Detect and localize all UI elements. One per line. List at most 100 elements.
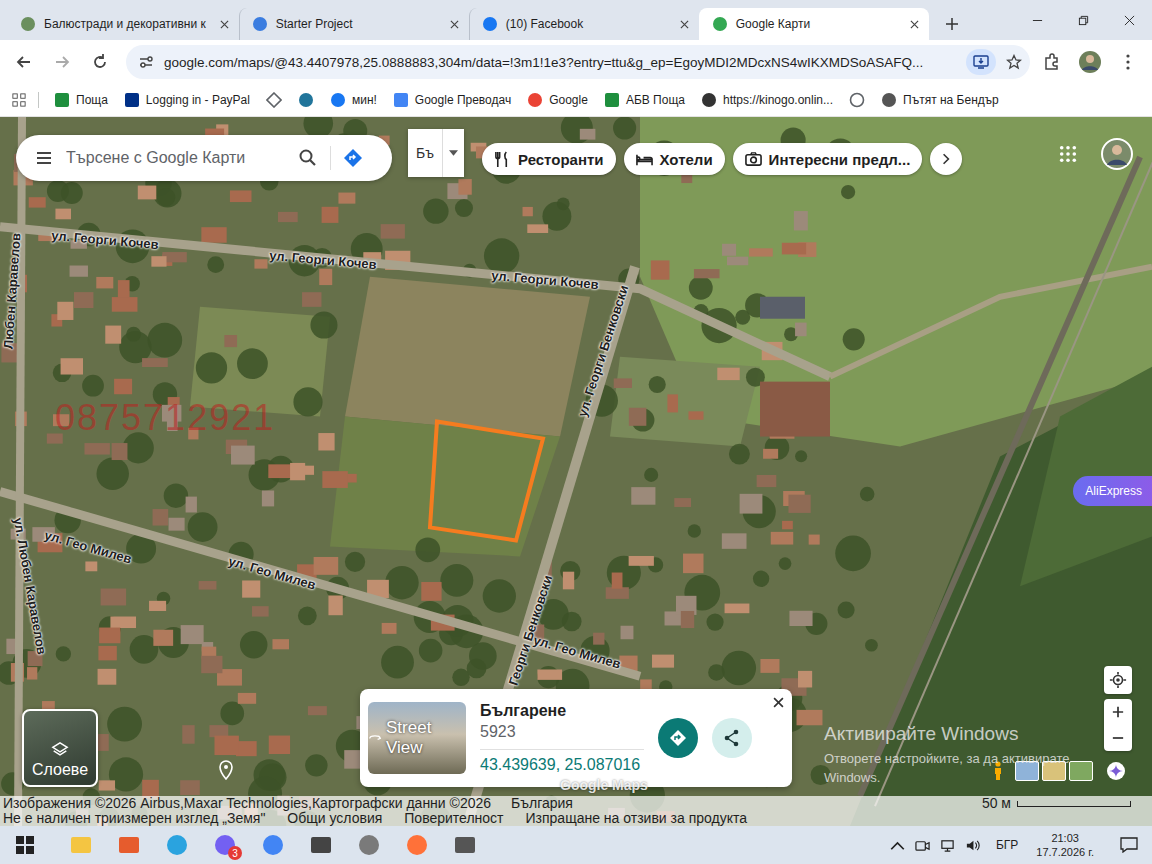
install-button[interactable] bbox=[966, 49, 996, 75]
footer-link[interactable]: Изпращане на отзиви за продукта bbox=[526, 811, 747, 826]
close-button[interactable] bbox=[1106, 0, 1152, 40]
taskbar-app[interactable] bbox=[256, 828, 290, 862]
bookmark[interactable]: АБВ Поща bbox=[597, 88, 692, 112]
bookmark[interactable]: Logging in - PayPal bbox=[117, 88, 257, 112]
close-icon[interactable] bbox=[910, 20, 919, 29]
category-chip[interactable]: Хотели bbox=[624, 143, 725, 175]
taskbar-app[interactable] bbox=[112, 828, 146, 862]
bookmark[interactable]: Google bbox=[520, 88, 595, 112]
minimize-button[interactable] bbox=[1014, 0, 1060, 40]
place-card[interactable]: Street ViewБългарене592343.439639, 25.08… bbox=[360, 689, 792, 787]
bookmark[interactable] bbox=[842, 88, 872, 112]
footer-link[interactable]: Не е наличен триизмерен изглед „Земя" bbox=[3, 811, 265, 826]
meet-icon[interactable] bbox=[915, 838, 930, 853]
input-language[interactable]: БГР bbox=[996, 838, 1018, 852]
browser-tab[interactable]: Балюстради и декоративни к bbox=[8, 8, 239, 40]
map-type-thumbnail[interactable] bbox=[1042, 761, 1066, 781]
layers-icon bbox=[51, 741, 69, 759]
menu-icon[interactable] bbox=[1112, 46, 1144, 78]
clock[interactable]: 21:0317.7.2026 г. bbox=[1028, 831, 1102, 859]
bookmark[interactable]: Поща bbox=[47, 88, 115, 112]
close-icon[interactable] bbox=[680, 20, 689, 29]
layers-label: Слоеве bbox=[32, 761, 88, 779]
show-hidden-icons-icon[interactable] bbox=[890, 838, 905, 853]
language-button[interactable]: Бъ bbox=[408, 129, 464, 177]
close-card-icon[interactable] bbox=[773, 697, 784, 708]
directions-icon[interactable] bbox=[343, 148, 363, 168]
star-icon[interactable] bbox=[1006, 54, 1022, 70]
back-icon[interactable] bbox=[8, 46, 40, 78]
gemini-icon[interactable] bbox=[1106, 761, 1126, 781]
notifications-icon[interactable] bbox=[1112, 837, 1146, 853]
category-chip[interactable]: Ресторанти bbox=[482, 143, 616, 175]
taskbar-app[interactable] bbox=[304, 828, 338, 862]
taskbar-app[interactable] bbox=[400, 828, 434, 862]
share-button[interactable] bbox=[712, 718, 752, 758]
reload-icon[interactable] bbox=[84, 46, 116, 78]
more-chips-button[interactable] bbox=[930, 143, 962, 175]
app-icon bbox=[165, 833, 189, 857]
map-type-thumbnail[interactable] bbox=[1015, 761, 1039, 781]
favicon-icon bbox=[712, 16, 728, 32]
search-box[interactable] bbox=[16, 135, 392, 181]
scale-bar[interactable]: 50 м bbox=[982, 796, 1131, 811]
street-view-label: Street View bbox=[386, 718, 466, 758]
bookmark[interactable]: мин! bbox=[323, 88, 384, 112]
browser-tab[interactable]: Google Карти bbox=[699, 8, 929, 40]
volume-icon[interactable] bbox=[965, 838, 980, 853]
profile-avatar-icon[interactable] bbox=[1074, 46, 1106, 78]
address-bar[interactable]: google.com/maps/@43.4407978,25.0888883,3… bbox=[126, 45, 1030, 79]
toolbar: google.com/maps/@43.4407978,25.0888883,3… bbox=[0, 40, 1152, 84]
forward-icon[interactable] bbox=[46, 46, 78, 78]
install-app-icon bbox=[973, 54, 989, 70]
taskbar-app[interactable] bbox=[352, 828, 386, 862]
minimize-icon bbox=[1032, 15, 1043, 26]
pegman-icon[interactable] bbox=[992, 761, 1004, 781]
map-view[interactable]: ул. Георги Кочевул. Георги Кочевул. Геор… bbox=[0, 117, 1152, 826]
site-info-icon[interactable] bbox=[138, 54, 154, 70]
browser-tab[interactable]: Starter Project bbox=[239, 8, 469, 40]
bookmark[interactable] bbox=[291, 88, 321, 112]
windows-activation-watermark: Активирайте WindowsОтворете настройките,… bbox=[824, 723, 1069, 787]
taskbar-app[interactable] bbox=[64, 828, 98, 862]
footer-link[interactable]: Общи условия bbox=[287, 811, 382, 826]
footer-link[interactable]: Поверителност bbox=[404, 811, 503, 826]
zoom-controls bbox=[1104, 699, 1132, 751]
close-icon[interactable] bbox=[450, 20, 459, 29]
taskbar-app[interactable] bbox=[160, 828, 194, 862]
close-icon[interactable] bbox=[220, 20, 229, 29]
layers-button[interactable]: Слоеве bbox=[22, 709, 98, 787]
bookmark-label: Пътят на Бендър bbox=[903, 93, 999, 107]
google-apps-icon[interactable] bbox=[1059, 145, 1077, 163]
coordinates[interactable]: 43.439639, 25.087016 bbox=[480, 756, 644, 774]
taskbar-app[interactable]: 3 bbox=[208, 828, 242, 862]
bookmark[interactable]: Google Преводач bbox=[386, 88, 518, 112]
extensions-icon[interactable] bbox=[1036, 46, 1068, 78]
account-avatar-icon[interactable] bbox=[1101, 138, 1133, 170]
hamburger-icon[interactable] bbox=[34, 148, 54, 168]
search-input[interactable] bbox=[66, 149, 286, 167]
zoom-out-icon[interactable] bbox=[1104, 725, 1132, 751]
taskbar-app[interactable] bbox=[448, 828, 482, 862]
street-view-thumbnail[interactable]: Street View bbox=[368, 702, 466, 774]
restore-button[interactable] bbox=[1060, 0, 1106, 40]
bookmark[interactable]: https://kinogo.onlin... bbox=[694, 88, 840, 112]
bookmark[interactable]: Пътят на Бендър bbox=[874, 88, 1006, 112]
app-icon bbox=[309, 833, 333, 857]
search-icon[interactable] bbox=[298, 148, 318, 168]
browser-tab[interactable]: (10) Facebook bbox=[469, 8, 699, 40]
apps-grid-icon[interactable] bbox=[8, 93, 30, 107]
directions-button[interactable] bbox=[658, 718, 698, 758]
category-chip[interactable]: Интересни предл... bbox=[733, 143, 923, 175]
my-location-button[interactable] bbox=[1104, 666, 1132, 694]
map-type-thumbnail[interactable] bbox=[1069, 761, 1093, 781]
network-icon[interactable] bbox=[940, 838, 955, 853]
new-tab-icon[interactable] bbox=[945, 17, 959, 31]
aliexpress-extension-tab[interactable]: AliExpress bbox=[1073, 476, 1152, 506]
windows-start-icon[interactable] bbox=[16, 836, 54, 854]
bookmark-icon bbox=[330, 92, 346, 108]
location-pin-icon[interactable] bbox=[218, 760, 234, 780]
bookmark-icon bbox=[849, 92, 865, 108]
bookmark[interactable] bbox=[259, 88, 289, 112]
zoom-in-icon[interactable] bbox=[1104, 699, 1132, 725]
